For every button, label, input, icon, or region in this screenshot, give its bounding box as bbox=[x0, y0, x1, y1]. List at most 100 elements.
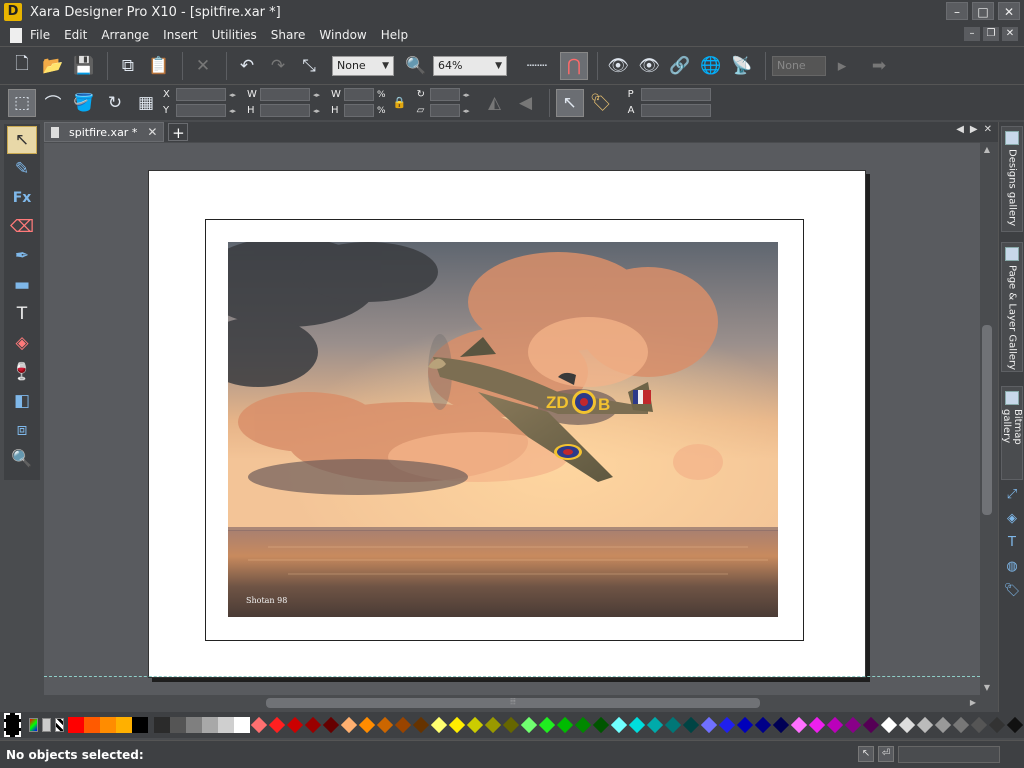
page-layer-gallery-tab[interactable]: Page & Layer Gallery bbox=[1001, 242, 1023, 372]
color-swatch[interactable] bbox=[700, 716, 718, 734]
color-swatch[interactable] bbox=[646, 716, 664, 734]
transform-icon[interactable]: ⤡ bbox=[295, 52, 323, 80]
minimize-button[interactable]: – bbox=[946, 2, 968, 20]
close-button[interactable]: ✕ bbox=[998, 2, 1020, 20]
color-swatch[interactable] bbox=[664, 716, 682, 734]
feather-dropdown[interactable]: None ▼ bbox=[332, 55, 394, 76]
scroll-down-icon[interactable]: ▼ bbox=[982, 683, 992, 693]
picture-frame[interactable]: ZD B Shotan 98 bbox=[205, 219, 804, 641]
horizontal-scroll-thumb[interactable]: ⦙⦙⦙ bbox=[266, 698, 760, 708]
vertical-scrollbar[interactable]: ▲ ▼ bbox=[980, 143, 994, 695]
color-swatch[interactable] bbox=[322, 716, 340, 734]
scale-width-field[interactable] bbox=[344, 88, 374, 101]
paste-icon[interactable]: 📋 bbox=[145, 52, 173, 80]
zoom-dropdown[interactable]: 64% ▼ bbox=[433, 55, 507, 76]
x-field[interactable] bbox=[176, 88, 226, 101]
color-swatch[interactable] bbox=[592, 716, 610, 734]
undo-icon[interactable]: ↶ bbox=[233, 52, 261, 80]
horizontal-scrollbar[interactable]: ⦙⦙⦙ ▶ bbox=[44, 696, 980, 710]
contour-tool-icon[interactable]: ✎ bbox=[7, 155, 37, 183]
link-icon[interactable]: 🔗 bbox=[666, 52, 694, 80]
color-swatch[interactable] bbox=[250, 716, 268, 734]
save-icon[interactable]: 💾 bbox=[70, 52, 98, 80]
doc-restore-button[interactable]: ❐ bbox=[983, 27, 999, 41]
spin-arrows-icon[interactable]: ◂▸ bbox=[229, 107, 241, 115]
fx-tool-icon[interactable]: Fx bbox=[7, 184, 37, 212]
color-swatch[interactable] bbox=[970, 716, 988, 734]
color-swatch[interactable] bbox=[556, 716, 574, 734]
color-swatch[interactable] bbox=[131, 717, 148, 733]
spin-arrows-icon[interactable]: ◂▸ bbox=[229, 91, 241, 99]
copy-icon[interactable]: ⧉ bbox=[114, 52, 142, 80]
broadcast-icon[interactable]: 📡 bbox=[728, 52, 756, 80]
color-swatch[interactable] bbox=[376, 716, 394, 734]
preview-page-icon[interactable]: 👁 bbox=[604, 52, 632, 80]
scroll-right-icon[interactable]: ▶ bbox=[970, 698, 976, 707]
spin-arrows-icon[interactable]: ◂▸ bbox=[313, 91, 325, 99]
color-swatch[interactable] bbox=[574, 716, 592, 734]
color-swatch[interactable] bbox=[217, 717, 234, 733]
open-folder-icon[interactable]: 📂 bbox=[39, 52, 67, 80]
vertical-scroll-thumb[interactable] bbox=[982, 325, 992, 515]
color-editor-icon[interactable] bbox=[28, 718, 38, 732]
add-tab-button[interactable]: + bbox=[168, 123, 189, 142]
spin-arrows-icon[interactable]: ◂▸ bbox=[463, 107, 475, 115]
spin-arrows-icon[interactable]: ◂▸ bbox=[463, 91, 475, 99]
menu-insert[interactable]: Insert bbox=[163, 28, 197, 42]
crop-tool-icon[interactable]: ⧈ bbox=[7, 416, 37, 444]
color-swatch[interactable] bbox=[466, 716, 484, 734]
tab-spitfire[interactable]: spitfire.xar * ✕ bbox=[44, 122, 165, 142]
shadow-tool-icon[interactable]: ◧ bbox=[7, 387, 37, 415]
scale-height-field[interactable] bbox=[344, 104, 374, 117]
menu-arrange[interactable]: Arrange bbox=[101, 28, 149, 42]
text-tool-icon[interactable]: T bbox=[7, 300, 37, 328]
color-swatch[interactable] bbox=[826, 716, 844, 734]
color-swatch[interactable] bbox=[448, 716, 466, 734]
name-gallery-icon[interactable]: 🏷 bbox=[1002, 580, 1022, 600]
pen-tool-icon[interactable]: ✒ bbox=[7, 242, 37, 270]
fill-tool-icon[interactable]: ◈ bbox=[7, 329, 37, 357]
color-swatch[interactable] bbox=[304, 716, 322, 734]
selection-bounds-icon[interactable]: ⬚ bbox=[8, 88, 36, 117]
zoom-tool-icon[interactable]: 🔍 bbox=[7, 445, 37, 473]
color-swatch[interactable] bbox=[988, 716, 1006, 734]
delete-icon[interactable]: ✕ bbox=[189, 52, 217, 80]
color-swatch[interactable] bbox=[502, 716, 520, 734]
color-swatch[interactable] bbox=[844, 716, 862, 734]
rotate-handles-icon[interactable]: ↻ bbox=[101, 89, 129, 117]
width-field[interactable] bbox=[260, 88, 310, 101]
color-swatch[interactable] bbox=[934, 716, 952, 734]
designs-gallery-tab[interactable]: Designs gallery bbox=[1001, 126, 1023, 232]
close-icon[interactable]: ✕ bbox=[984, 124, 992, 135]
transparency-tool-icon[interactable]: 🍷 bbox=[7, 358, 37, 386]
guide-line[interactable] bbox=[44, 676, 980, 677]
color-swatch[interactable] bbox=[772, 716, 790, 734]
color-swatch[interactable] bbox=[916, 716, 934, 734]
height-field[interactable] bbox=[260, 104, 310, 117]
color-swatch[interactable] bbox=[1006, 716, 1024, 734]
color-swatch[interactable] bbox=[862, 716, 880, 734]
spitfire-artwork[interactable]: ZD B Shotan 98 bbox=[228, 242, 778, 617]
menu-window[interactable]: Window bbox=[319, 28, 366, 42]
color-swatch[interactable] bbox=[233, 717, 250, 733]
tab-next-icon[interactable]: ▶ bbox=[970, 124, 978, 135]
no-color-swatch[interactable] bbox=[54, 718, 64, 732]
doc-close-button[interactable]: ✕ bbox=[1002, 27, 1018, 41]
color-swatch[interactable] bbox=[808, 716, 826, 734]
rectangle-tool-icon[interactable]: ▬ bbox=[7, 271, 37, 299]
bitmap-gallery-tab[interactable]: Bitmap gallery bbox=[1001, 386, 1023, 480]
flip-vertical-icon[interactable]: ◀ bbox=[512, 89, 540, 117]
menu-edit[interactable]: Edit bbox=[64, 28, 87, 42]
fill-gallery-icon[interactable]: ◈ bbox=[1002, 508, 1022, 528]
color-swatch[interactable] bbox=[736, 716, 754, 734]
scroll-up-icon[interactable]: ▲ bbox=[982, 145, 992, 155]
color-swatch[interactable] bbox=[628, 716, 646, 734]
current-color-swatch[interactable] bbox=[4, 713, 21, 737]
web-publish-icon[interactable]: 🌐 bbox=[697, 52, 725, 80]
selector-tool-icon[interactable]: ↖ bbox=[7, 126, 37, 154]
redo-icon[interactable]: ↷ bbox=[264, 52, 292, 80]
a-field[interactable] bbox=[640, 104, 711, 117]
grid-icon[interactable]: ▦ bbox=[132, 89, 160, 117]
p-field[interactable] bbox=[640, 88, 711, 101]
color-swatch[interactable] bbox=[67, 717, 84, 733]
